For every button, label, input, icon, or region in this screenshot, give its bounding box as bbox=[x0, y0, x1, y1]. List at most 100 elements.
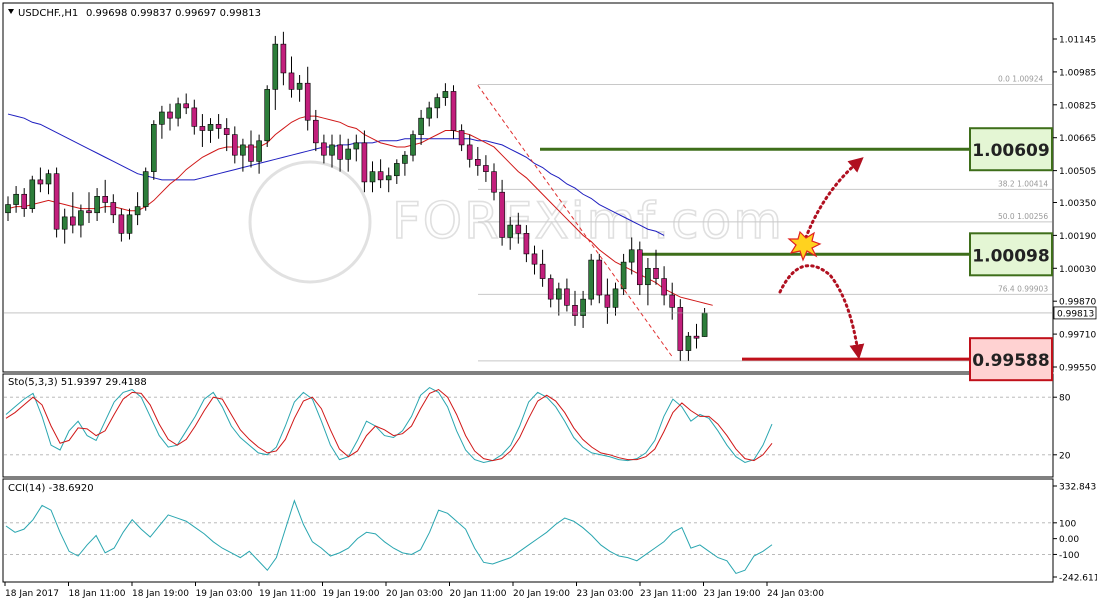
candle-body bbox=[167, 111, 173, 119]
candle-body bbox=[191, 107, 198, 127]
candle-body bbox=[361, 142, 368, 183]
candle-body bbox=[215, 124, 222, 129]
candle-body bbox=[5, 204, 11, 214]
time-tick-label: 18 Jan 19:00 bbox=[132, 589, 189, 599]
candle-body bbox=[102, 196, 108, 203]
candle-body bbox=[588, 259, 595, 300]
time-tick-label: 18 Jan 11:00 bbox=[69, 589, 126, 599]
time-tick-label: 23 Jan 19:00 bbox=[704, 589, 761, 599]
time-tick-label: 24 Jan 03:00 bbox=[767, 589, 824, 599]
price-tick-label: 0.99710 bbox=[1059, 331, 1096, 341]
price-tick-label: 1.00190 bbox=[1059, 232, 1096, 242]
candle-body bbox=[669, 294, 676, 308]
time-tick-label: 23 Jan 11:00 bbox=[640, 589, 697, 599]
price-tick-label: 1.00030 bbox=[1059, 265, 1096, 275]
time-tick-label: 18 Jan 2017 bbox=[5, 589, 59, 599]
cci-title: CCI(14) -38.6920 bbox=[8, 483, 94, 494]
candle-body bbox=[288, 72, 295, 90]
candle-body bbox=[547, 278, 554, 300]
current-price-label: 0.99813 bbox=[1057, 309, 1094, 319]
candle-body bbox=[353, 142, 360, 150]
candle-body bbox=[159, 111, 165, 125]
sto-tick-label: 20 bbox=[1059, 451, 1071, 461]
candle-body bbox=[564, 288, 570, 306]
candle-body bbox=[426, 107, 433, 119]
price-tick-label: 1.00505 bbox=[1059, 167, 1096, 177]
time-tick-label: 19 Jan 03:00 bbox=[196, 589, 253, 599]
time-tick-label: 20 Jan 03:00 bbox=[386, 589, 443, 599]
price-tick-label: 1.01145 bbox=[1059, 36, 1096, 46]
price-tick-label: 1.00665 bbox=[1059, 134, 1096, 144]
key-level-label: 0.99588 bbox=[972, 351, 1049, 371]
candle-body bbox=[434, 97, 441, 109]
candle-body bbox=[45, 173, 52, 185]
cci-tick-label: 0.00 bbox=[1059, 535, 1079, 545]
chart-window[interactable]: FOREXimf.com 0.0 1.00924 38.2 1.00414 50.0… bbox=[0, 0, 1097, 605]
candle-body bbox=[620, 261, 627, 290]
candle-body bbox=[151, 124, 157, 172]
candle-body bbox=[628, 249, 635, 263]
candle-body bbox=[466, 144, 473, 160]
candle-body bbox=[142, 171, 149, 207]
candle-body bbox=[296, 82, 303, 90]
candle-body bbox=[223, 128, 230, 135]
candle-body bbox=[312, 119, 319, 144]
candle-body bbox=[369, 171, 376, 183]
candle-body bbox=[94, 196, 100, 214]
watermark-text: FOREXimf.com bbox=[392, 192, 784, 250]
candle-body bbox=[329, 144, 335, 156]
candle-body bbox=[118, 214, 125, 234]
candle-body bbox=[53, 173, 60, 230]
candle-body bbox=[393, 163, 400, 177]
candle-body bbox=[418, 117, 424, 135]
sto-tick-label: 80 bbox=[1059, 394, 1071, 404]
key-level-label: 1.00609 bbox=[972, 141, 1049, 161]
time-tick-label: 20 Jan 19:00 bbox=[513, 589, 570, 599]
candle-body bbox=[572, 305, 578, 316]
candle-body bbox=[701, 312, 708, 337]
candle-body bbox=[604, 294, 611, 308]
candle-body bbox=[507, 224, 514, 238]
fib-level-label: 38.2 1.00414 bbox=[998, 179, 1048, 188]
candle-body bbox=[13, 193, 19, 205]
candle-body bbox=[345, 148, 352, 160]
candle-body bbox=[126, 214, 133, 234]
candle-body bbox=[653, 267, 659, 279]
candle-body bbox=[86, 210, 92, 214]
candle-body bbox=[264, 89, 271, 142]
candle-body bbox=[134, 206, 141, 216]
fib-level-label: 0.0 1.00924 bbox=[998, 74, 1044, 83]
price-tick-label: 1.00985 bbox=[1059, 68, 1096, 78]
candle-body bbox=[491, 171, 497, 193]
candle-body bbox=[693, 335, 700, 339]
cci-pane-frame bbox=[2, 478, 1054, 583]
cci-tick-label: 100 bbox=[1059, 519, 1076, 529]
stochastic-title: Sto(5,3,3) 51.9397 29.4188 bbox=[8, 377, 147, 388]
cci-tick-label: 332.843 bbox=[1059, 483, 1096, 493]
price-tick-label: 0.99550 bbox=[1059, 364, 1096, 374]
candle-body bbox=[402, 154, 408, 164]
fib-level-label: 76.4 0.99903 bbox=[998, 284, 1048, 293]
candle-body bbox=[321, 142, 327, 156]
candle-body bbox=[183, 103, 189, 109]
price-tick-label: 1.00825 bbox=[1059, 101, 1096, 111]
time-tick-label: 19 Jan 19:00 bbox=[323, 589, 380, 599]
candle-body bbox=[661, 278, 667, 296]
time-tick-label: 20 Jan 11:00 bbox=[450, 589, 507, 599]
chart-canvas[interactable]: FOREXimf.com 0.0 1.00924 38.2 1.00414 50.0… bbox=[0, 0, 1097, 605]
candle-body bbox=[248, 144, 254, 162]
candle-body bbox=[240, 144, 246, 156]
candle-body bbox=[596, 259, 603, 296]
candle-body bbox=[280, 43, 287, 74]
candle-body bbox=[458, 130, 465, 146]
chart-header: USDCHF.,H1 0.99698 0.99837 0.99697 0.998… bbox=[8, 8, 261, 19]
candle-body bbox=[645, 267, 651, 286]
candle-body bbox=[21, 193, 28, 209]
candle-body bbox=[531, 253, 538, 265]
fib-level-label: 50.0 1.00256 bbox=[998, 212, 1048, 221]
candle-body bbox=[304, 82, 311, 121]
candle-body bbox=[612, 288, 619, 308]
time-tick-label: 19 Jan 11:00 bbox=[259, 589, 316, 599]
candle-body bbox=[483, 165, 489, 172]
candle-body bbox=[110, 202, 117, 216]
